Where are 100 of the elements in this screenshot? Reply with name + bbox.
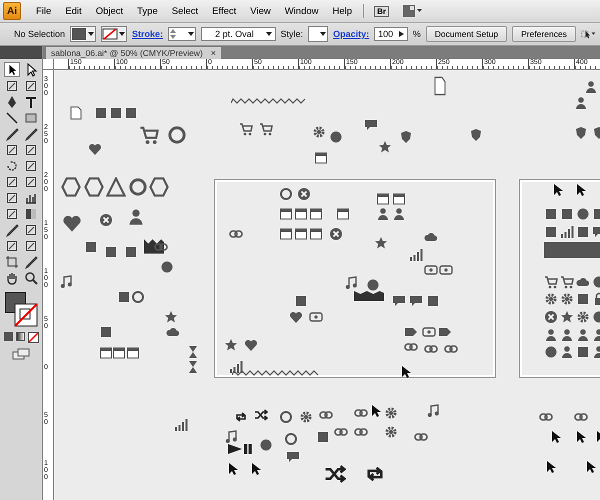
menu-item[interactable]: Help [326, 4, 360, 18]
opacity-link[interactable]: Opacity: [333, 29, 370, 39]
dropdown-arrow-icon [119, 32, 126, 36]
fill-stroke-swatches[interactable] [3, 292, 38, 327]
frame-icon [424, 263, 438, 277]
screen-mode-icon[interactable] [12, 348, 30, 360]
ring-icon [284, 432, 298, 446]
triangle-icon [106, 177, 126, 197]
cart-icon [239, 122, 253, 136]
gear-icon [312, 125, 326, 139]
hourglass-icon [186, 345, 200, 359]
dropdown-arrow-icon [320, 32, 326, 36]
hourglass-icon [186, 360, 200, 374]
cloud-icon [576, 275, 590, 289]
shuffle-icon [324, 463, 346, 485]
bars-icon [560, 225, 574, 239]
menu-item[interactable]: Effect [205, 4, 244, 18]
stroke-swatch[interactable] [101, 26, 128, 42]
star-icon [224, 338, 238, 352]
hexagon-icon [149, 177, 169, 197]
bars-icon [174, 418, 188, 432]
factory-icon [354, 288, 384, 302]
arrange-documents-button[interactable] [402, 5, 423, 17]
star-icon [374, 236, 388, 250]
cross-icon [329, 227, 343, 241]
cloud-icon [424, 230, 438, 244]
gear-icon [560, 292, 574, 306]
gear-icon [576, 310, 590, 324]
style-label: Style: [280, 29, 304, 39]
toolbar-button[interactable]: Document Setup [426, 26, 508, 42]
app-logo[interactable]: Ai [3, 2, 21, 20]
cross-icon [99, 213, 113, 227]
menu-item[interactable]: File [29, 4, 58, 18]
stroke-weight-field[interactable] [168, 27, 196, 41]
zigzag-icon [231, 98, 307, 104]
hexagon-icon [84, 177, 104, 197]
gear-icon [299, 410, 313, 424]
fill-swatch[interactable] [70, 26, 96, 42]
none-mode-button[interactable] [28, 332, 38, 343]
style-dropdown[interactable] [308, 26, 328, 42]
document-tab[interactable]: sablona_06.ai* @ 50% (CMYK/Preview) × [46, 47, 222, 59]
frame-icon [309, 310, 323, 324]
frame-icon [439, 263, 453, 277]
cloud-icon [166, 325, 180, 339]
gear-icon [384, 425, 398, 439]
menu-item[interactable]: Object [88, 4, 130, 18]
menu-item[interactable]: Type [130, 4, 165, 18]
menu-item[interactable]: Window [278, 4, 326, 18]
cart-icon [560, 275, 574, 289]
heart-icon [88, 142, 102, 156]
tag-icon [438, 325, 452, 339]
toolbar-button[interactable]: Preferences [512, 26, 576, 42]
note-icon [59, 275, 73, 289]
note-icon [344, 276, 358, 290]
hexagon-icon [61, 177, 81, 197]
star-icon [560, 310, 574, 324]
menu-item[interactable]: View [243, 4, 278, 18]
star-icon [164, 310, 178, 324]
ring-icon [128, 177, 148, 197]
gear-icon [544, 292, 558, 306]
note-icon [426, 404, 440, 418]
cart-icon [544, 275, 558, 289]
gradient-mode-button[interactable] [16, 332, 24, 341]
ring-icon [279, 187, 293, 201]
bar-shape [544, 242, 600, 258]
heart-icon [62, 213, 82, 233]
document-icon [69, 106, 83, 120]
repeat-icon [234, 410, 248, 424]
dropdown-arrow-icon [88, 32, 94, 36]
shuffle-icon [254, 408, 268, 422]
gear-icon [384, 406, 398, 420]
cross-icon [297, 187, 311, 201]
color-mode-button[interactable] [4, 332, 12, 341]
cart-icon [259, 122, 273, 136]
cart-icon [139, 125, 159, 145]
frame-icon [422, 325, 436, 339]
stroke-link[interactable]: Stroke: [132, 29, 164, 39]
menu-item[interactable]: Select [164, 4, 206, 18]
ring-icon [131, 290, 145, 304]
ring-icon [279, 410, 293, 424]
bars-icon [409, 248, 423, 262]
opacity-field[interactable]: 100 [374, 27, 408, 41]
heart-icon [244, 338, 258, 352]
slider-arrow-icon[interactable] [398, 31, 404, 37]
cross-icon [544, 310, 558, 324]
selection-status: No Selection [13, 29, 66, 39]
star-icon [378, 140, 392, 154]
tag-icon [404, 325, 418, 339]
menu-item[interactable]: Edit [58, 4, 89, 18]
percent-label: % [412, 29, 421, 39]
document-icon [433, 76, 447, 96]
ring-icon [167, 125, 187, 145]
heart-icon [289, 310, 303, 324]
spinner-arrows-icon[interactable] [170, 29, 176, 39]
dropdown-arrow-icon[interactable] [188, 32, 194, 36]
bridge-button[interactable]: Br [374, 6, 389, 16]
dropdown-arrow-icon [266, 32, 272, 36]
bars-icon [229, 360, 243, 374]
brush-dropdown[interactable]: 2 pt. Oval [201, 27, 276, 41]
note-icon [224, 430, 238, 444]
